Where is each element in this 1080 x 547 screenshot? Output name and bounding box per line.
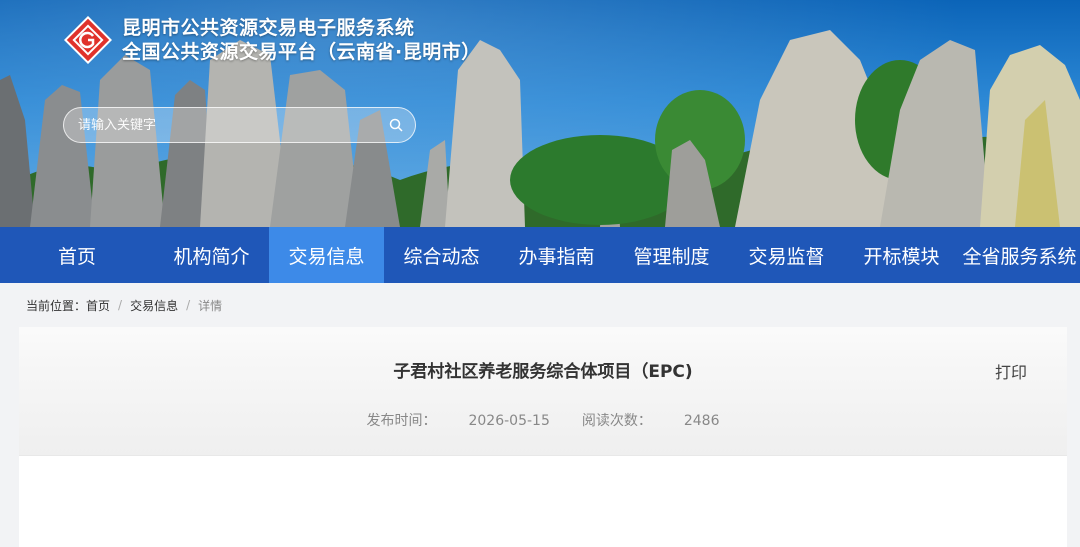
breadcrumb: 当前位置： 首页 / 交易信息 / 详情 <box>0 283 1080 327</box>
breadcrumb-home[interactable]: 首页 <box>86 297 110 314</box>
print-button[interactable]: 打印 <box>995 359 1027 383</box>
main-nav: 首页 机构简介 交易信息 综合动态 办事指南 管理制度 交易监督 开标模块 全省服务系统 <box>0 227 1080 283</box>
breadcrumb-prefix: 当前位置： <box>26 298 87 313</box>
breadcrumb-separator: / <box>186 298 191 312</box>
nav-item-home[interactable]: 首页 <box>0 227 154 283</box>
article-title: 子君村社区养老服务综合体项目（EPC) <box>393 362 693 382</box>
article-card: 子君村社区养老服务综合体项目（EPC) 打印 发布时间： 2026-05-15 阅读… <box>19 327 1067 547</box>
article-header: 子君村社区养老服务综合体项目（EPC) 打印 发布时间： 2026-05-15 阅读… <box>19 327 1067 456</box>
publish-label: 发布时间： <box>366 413 437 429</box>
nav-item-supervision[interactable]: 交易监督 <box>729 227 844 283</box>
search-input[interactable] <box>78 117 387 133</box>
site-subtitle: 全国公共资源交易平台（云南省·昆明市） <box>122 41 481 63</box>
nav-item-news[interactable]: 综合动态 <box>384 227 499 283</box>
breadcrumb-current: 详情 <box>198 298 223 313</box>
site-title: 昆明市公共资源交易电子服务系统 <box>122 17 415 39</box>
views-label: 阅读次数： <box>581 413 652 429</box>
nav-item-province-system[interactable]: 全省服务系统 <box>959 227 1080 283</box>
search-box <box>63 107 416 143</box>
publish-info: 发布时间： 2026-05-15 <box>366 413 549 429</box>
views-count: 2486 <box>683 413 720 429</box>
breadcrumb-separator: / <box>118 298 123 312</box>
header-banner: 昆明市公共资源交易电子服务系统 全国公共资源交易平台（云南省·昆明市） <box>0 0 1080 227</box>
nav-item-trade-info[interactable]: 交易信息 <box>269 227 384 283</box>
article-meta: 发布时间： 2026-05-15 阅读次数： 2486 <box>19 410 1067 430</box>
nav-item-about[interactable]: 机构简介 <box>154 227 269 283</box>
publish-date: 2026-05-15 <box>468 413 550 429</box>
nav-item-bid-opening[interactable]: 开标模块 <box>844 227 959 283</box>
brand: 昆明市公共资源交易电子服务系统 全国公共资源交易平台（云南省·昆明市） <box>64 16 481 64</box>
search-icon[interactable] <box>387 116 405 134</box>
breadcrumb-trade-info[interactable]: 交易信息 <box>130 297 178 314</box>
views-info: 阅读次数： 2486 <box>582 413 720 429</box>
nav-item-rules[interactable]: 管理制度 <box>614 227 729 283</box>
diamond-g-logo-icon <box>64 16 112 64</box>
nav-item-guide[interactable]: 办事指南 <box>499 227 614 283</box>
